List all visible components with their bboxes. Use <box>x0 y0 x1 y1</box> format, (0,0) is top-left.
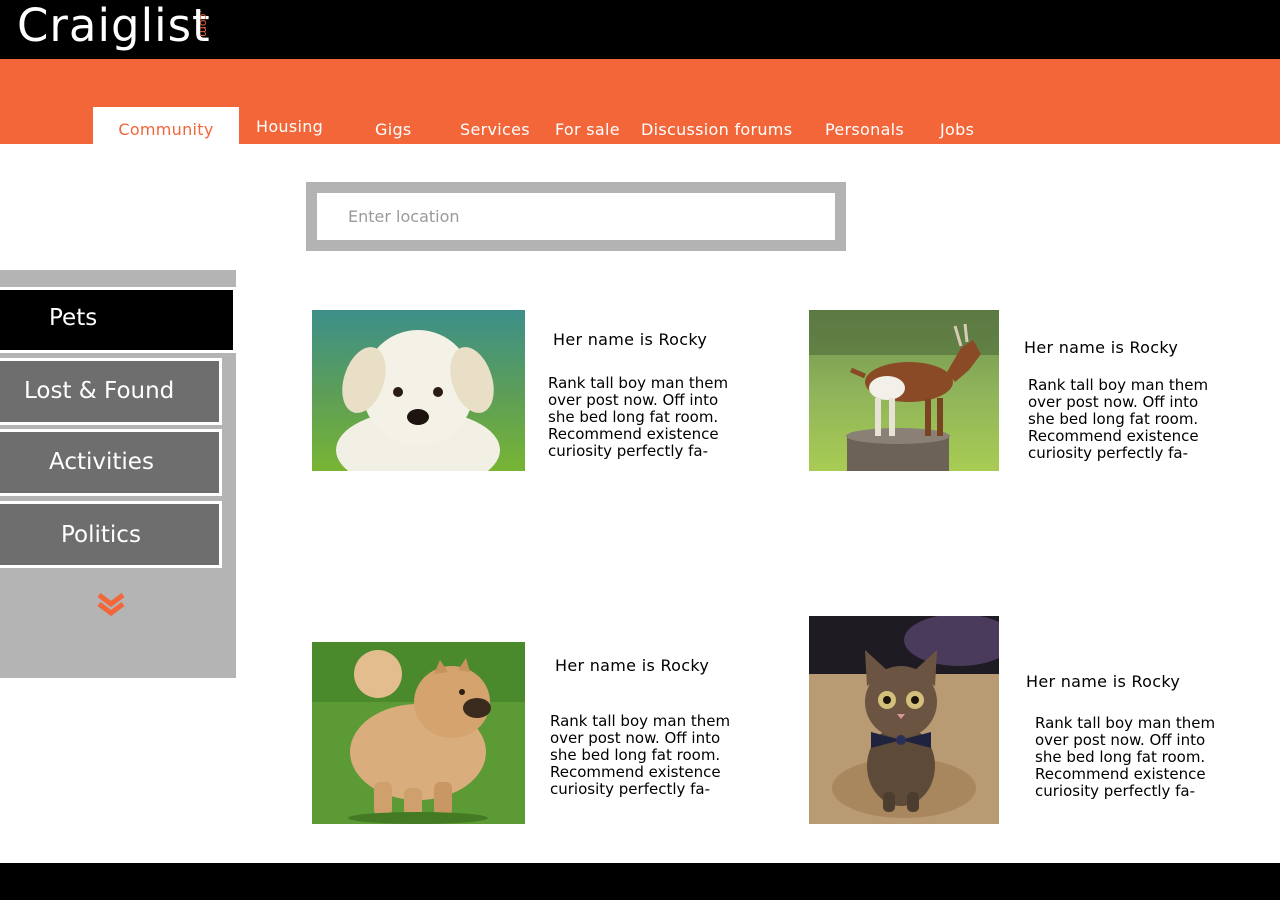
tab-discussion-forums[interactable]: Discussion forums <box>641 120 792 139</box>
kitten-photo[interactable] <box>809 616 999 824</box>
listing-title[interactable]: Her name is Rocky <box>1026 672 1180 691</box>
tab-for-sale[interactable]: For sale <box>555 120 620 139</box>
listing-description: Rank tall boy man them over post now. Of… <box>550 712 731 798</box>
top-bar: Craiglist .com <box>0 0 1280 59</box>
sidebar-item-politics[interactable]: Politics <box>0 501 222 568</box>
listing-description: Rank tall boy man them over post now. Of… <box>1028 376 1209 462</box>
tab-housing[interactable]: Housing <box>256 117 323 136</box>
chow-chow-photo[interactable] <box>312 642 525 824</box>
tab-jobs[interactable]: Jobs <box>940 120 974 139</box>
sidebar-item-lost-found[interactable]: Lost & Found <box>0 358 222 425</box>
goat-photo[interactable] <box>809 310 999 471</box>
tab-community[interactable]: Community <box>93 107 239 144</box>
location-search <box>306 182 846 251</box>
logo[interactable]: Craiglist <box>17 0 211 52</box>
logo-tld: .com <box>197 10 210 37</box>
sidebar-item-pets[interactable]: Pets <box>0 287 236 353</box>
tab-personals[interactable]: Personals <box>825 120 904 139</box>
double-chevron-down-icon[interactable] <box>96 592 126 618</box>
tab-gigs[interactable]: Gigs <box>375 120 412 139</box>
listing-title[interactable]: Her name is Rocky <box>1024 338 1178 357</box>
location-input[interactable] <box>317 193 835 240</box>
listing-description: Rank tall boy man them over post now. Of… <box>548 374 729 460</box>
listing-description: Rank tall boy man them over post now. Of… <box>1035 714 1216 800</box>
main-nav: Community Housing Gigs Services For sale… <box>0 59 1280 144</box>
listing-title[interactable]: Her name is Rocky <box>555 656 709 675</box>
footer-bar <box>0 863 1280 900</box>
category-sidebar: Pets Lost & Found Activities Politics <box>0 270 236 678</box>
sidebar-item-activities[interactable]: Activities <box>0 429 222 496</box>
tab-services[interactable]: Services <box>460 120 530 139</box>
puppy-photo[interactable] <box>312 310 525 471</box>
listing-title[interactable]: Her name is Rocky <box>553 330 707 349</box>
